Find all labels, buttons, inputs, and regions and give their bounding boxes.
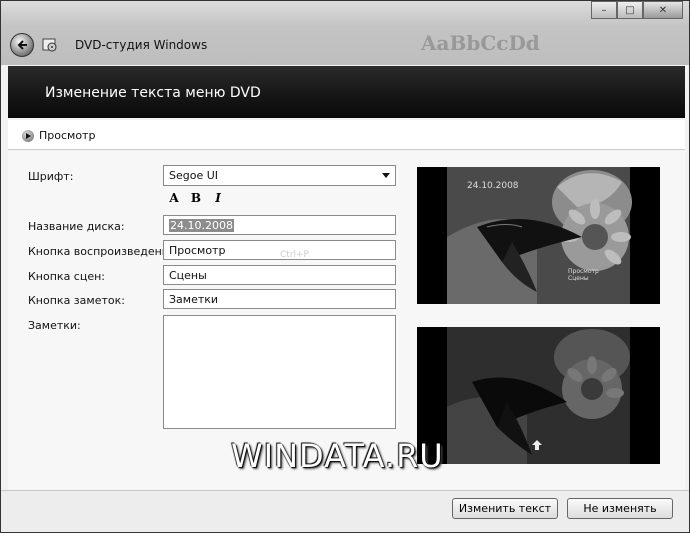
close-button[interactable]: ✕ (643, 1, 683, 19)
font-dropdown-value: Segoe UI (169, 169, 219, 182)
notes-textarea[interactable] (163, 315, 396, 429)
play-button-label: Кнопка воспроизведения: (28, 245, 180, 258)
dvd-studio-window: AaBbCcDd – □ ✕ DVD-студия Windows Измене… (0, 0, 690, 533)
thumbnail-date: 24.10.2008 (467, 181, 519, 191)
page-title: Изменение текста меню DVD (45, 85, 261, 101)
font-sample: AaBbCcDd (421, 31, 540, 55)
preview-label: Просмотр (39, 129, 96, 142)
scene-preview-thumbnail (417, 327, 660, 464)
maximize-button[interactable]: □ (617, 1, 643, 19)
shortcut-hint: Ctrl+P (280, 250, 309, 260)
menu-preview-thumbnail: 24.10.2008 Просмотр Сцены (417, 167, 660, 304)
scenes-button-input[interactable]: Сцены (163, 265, 396, 285)
watermark: WINDATA.RU (231, 437, 444, 475)
window-controls: – □ ✕ (591, 1, 683, 19)
notes-button-label: Кнопка заметок: (28, 294, 125, 307)
butterfly-flower-image-dark (417, 327, 660, 464)
page-header: Изменение текста меню DVD (8, 66, 685, 118)
thumbnail-menu: Просмотр Сцены (568, 268, 599, 282)
play-icon (22, 129, 34, 142)
dialog-footer: Изменить текст Не изменять (1, 490, 689, 532)
preview-toolbar: Просмотр (8, 120, 685, 150)
preview-button[interactable]: Просмотр (22, 129, 95, 142)
dvd-app-icon (42, 38, 57, 52)
font-style-buttons: A B I (167, 191, 225, 205)
title-bar: AaBbCcDd – □ ✕ DVD-студия Windows (1, 1, 689, 65)
disc-title-label: Название диска: (28, 220, 125, 233)
chevron-down-icon (382, 173, 390, 178)
font-dropdown[interactable]: Segoe UI (163, 165, 396, 186)
thumbnail-menu-item: Сцены (568, 275, 589, 282)
font-color-button[interactable]: A (167, 191, 181, 205)
back-button[interactable] (10, 33, 34, 57)
notes-button-input[interactable]: Заметки (163, 289, 396, 309)
font-label: Шрифт: (28, 170, 74, 183)
back-arrow-icon (17, 40, 27, 50)
minimize-button[interactable]: – (591, 1, 617, 19)
thumbnail-menu-item: Просмотр (568, 268, 599, 275)
italic-button[interactable]: I (211, 191, 225, 205)
butterfly-flower-image (417, 167, 660, 304)
scenes-button-label: Кнопка сцен: (28, 270, 106, 283)
disc-title-value: 24.10.2008 (169, 219, 234, 232)
notes-label: Заметки: (28, 319, 81, 332)
app-title: DVD-студия Windows (75, 38, 208, 52)
apply-text-button[interactable]: Изменить текст (452, 498, 558, 519)
disc-title-input[interactable]: 24.10.2008 (163, 215, 396, 235)
bold-button[interactable]: B (189, 191, 203, 205)
cancel-button[interactable]: Не изменять (567, 498, 673, 519)
background-font-samples: AaBbCcDd (421, 31, 540, 55)
